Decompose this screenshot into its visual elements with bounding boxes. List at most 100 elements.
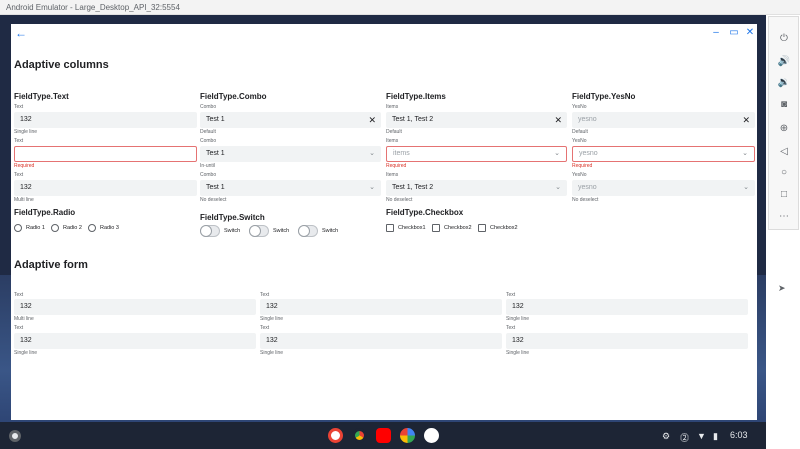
clear-icon[interactable]: ✕ <box>742 112 750 128</box>
camera-icon[interactable]: ◙ <box>776 97 792 113</box>
volume-up-icon[interactable]: 🔊 <box>776 54 792 70</box>
mouse-cursor-icon: ➤ <box>778 283 786 293</box>
switch-1[interactable]: Switch <box>200 225 240 237</box>
arrow-left-icon[interactable]: ← <box>14 26 28 40</box>
chevron-down-icon[interactable]: ⌄ <box>742 147 748 161</box>
text-column-heading: FieldType.Text <box>14 92 69 101</box>
text-field-3[interactable]: 132 <box>14 180 197 196</box>
chevron-down-icon[interactable]: ⌄ <box>369 180 375 196</box>
adaptive-columns-title: Adaptive columns <box>14 59 109 71</box>
items-3[interactable]: Test 1, Test 2 ⌄ <box>386 180 567 196</box>
volume-down-icon[interactable]: 🔉 <box>776 75 792 91</box>
form-field-3-hint: Single line <box>506 316 530 322</box>
form-field-5-label: Text <box>260 325 270 331</box>
switch-heading: FieldType.Switch <box>200 213 265 222</box>
form-field-6[interactable]: 132 <box>506 333 748 349</box>
yesno-1[interactable]: yesno ✕ <box>572 112 755 128</box>
gmail-icon[interactable] <box>328 428 343 443</box>
radio-option-3[interactable]: Radio 3 <box>88 224 119 232</box>
chrome-icon[interactable] <box>352 428 367 443</box>
items-1[interactable]: Test 1, Test 2 ✕ <box>386 112 567 128</box>
checkbox-3[interactable]: Checkbox2 <box>478 224 518 232</box>
yesno-2[interactable]: yesno ⌄ <box>572 146 755 162</box>
combo-2-label: Combo <box>200 138 217 144</box>
clock[interactable]: 6:03 <box>730 430 748 440</box>
youtube-icon[interactable] <box>376 428 391 443</box>
combo-3-label: Combo <box>200 172 217 178</box>
items-3-hint: No deselect <box>386 197 413 203</box>
switch-3[interactable]: Switch <box>298 225 338 237</box>
combo-1[interactable]: Test 1 ✕ <box>200 112 381 128</box>
clear-icon[interactable]: ✕ <box>368 112 376 128</box>
form-field-1[interactable]: 132 <box>14 299 256 315</box>
app-window: ← – ▭ ✕ Adaptive columns FieldType.Text … <box>11 24 757 420</box>
shelf: ⚙ ⓶ ▼ ▮ 6:03 <box>0 422 766 449</box>
radio-option-2[interactable]: Radio 2 <box>51 224 82 232</box>
launcher-icon[interactable] <box>9 430 21 442</box>
form-field-2[interactable]: 132 <box>260 299 502 315</box>
combo-1-label: Combo <box>200 104 217 110</box>
overview-square-icon[interactable]: □ <box>776 187 792 203</box>
checkbox-icon <box>432 224 440 232</box>
wifi-icon[interactable]: ▼ <box>697 431 706 441</box>
checkbox-icon <box>386 224 394 232</box>
clear-icon[interactable]: ✕ <box>554 112 562 128</box>
text-field-1-hint: Single line <box>14 129 38 135</box>
items-2[interactable]: items ⌄ <box>386 146 567 162</box>
yesno-2-label: YesNo <box>572 138 587 144</box>
radio-circle-icon <box>14 224 22 232</box>
chevron-down-icon[interactable]: ⌄ <box>743 180 749 196</box>
yesno-1-label: YesNo <box>572 104 587 110</box>
more-icon[interactable]: ⋯ <box>776 209 792 225</box>
text-field-2[interactable] <box>14 146 197 162</box>
radio-circle-icon <box>88 224 96 232</box>
maximize-icon[interactable]: ▭ <box>727 26 741 40</box>
form-field-3[interactable]: 132 <box>506 299 748 315</box>
yesno-3[interactable]: yesno ⌄ <box>572 180 755 196</box>
switch-2[interactable]: Switch <box>249 225 289 237</box>
form-field-4-label: Text <box>14 325 24 331</box>
checkbox-1[interactable]: Checkbox1 <box>386 224 426 232</box>
chevron-down-icon[interactable]: ⌄ <box>555 180 561 196</box>
combo-3[interactable]: Test 1 ⌄ <box>200 180 381 196</box>
back-triangle-icon[interactable]: ◁ <box>776 144 792 160</box>
app-icon[interactable] <box>424 428 439 443</box>
text-field-2-hint: Required <box>14 163 35 169</box>
close-icon[interactable]: ✕ <box>743 26 757 40</box>
checkbox-2[interactable]: Checkbox2 <box>432 224 472 232</box>
combo-2[interactable]: Test 1 ⌄ <box>200 146 381 162</box>
emulator-title: Android Emulator - Large_Desktop_API_32:… <box>0 0 800 15</box>
items-column-heading: FieldType.Items <box>386 92 446 101</box>
checkbox-heading: FieldType.Checkbox <box>386 208 464 217</box>
text-field-1[interactable]: 132 <box>14 112 197 128</box>
combo-column-heading: FieldType.Combo <box>200 92 267 101</box>
yesno-column-heading: FieldType.YesNo <box>572 92 636 101</box>
form-field-1-label: Text <box>14 292 24 298</box>
radio-heading: FieldType.Radio <box>14 208 76 217</box>
battery-icon[interactable]: ▮ <box>713 431 718 442</box>
combo-3-hint: No deselect <box>200 197 227 203</box>
chevron-down-icon[interactable]: ⌄ <box>554 147 560 161</box>
home-circle-icon[interactable]: ○ <box>776 165 792 181</box>
window-topbar: ← – ▭ ✕ <box>11 24 757 42</box>
form-field-2-label: Text <box>260 292 270 298</box>
minimize-icon[interactable]: – <box>709 26 723 40</box>
items-1-hint: Default <box>386 129 402 135</box>
form-field-6-hint: Single line <box>506 350 530 356</box>
form-field-4-hint: Single line <box>14 350 38 356</box>
items-3-label: Items <box>386 172 399 178</box>
zoom-icon[interactable]: ⊕ <box>776 121 792 137</box>
yesno-3-hint: No deselect <box>572 197 599 203</box>
chevron-down-icon[interactable]: ⌄ <box>369 146 375 162</box>
form-field-5[interactable]: 132 <box>260 333 502 349</box>
settings-gear-icon[interactable]: ⚙ <box>662 431 670 442</box>
power-icon[interactable]: ⏻ <box>776 31 792 47</box>
form-field-1-hint: Multi line <box>14 316 34 322</box>
notification-icon[interactable]: ⓶ <box>680 431 689 444</box>
form-field-4[interactable]: 132 <box>14 333 256 349</box>
form-field-2-hint: Single line <box>260 316 284 322</box>
photos-icon[interactable] <box>400 428 415 443</box>
form-field-5-hint: Single line <box>260 350 284 356</box>
radio-option-1[interactable]: Radio 1 <box>14 224 45 232</box>
combo-1-hint: Default <box>200 129 216 135</box>
